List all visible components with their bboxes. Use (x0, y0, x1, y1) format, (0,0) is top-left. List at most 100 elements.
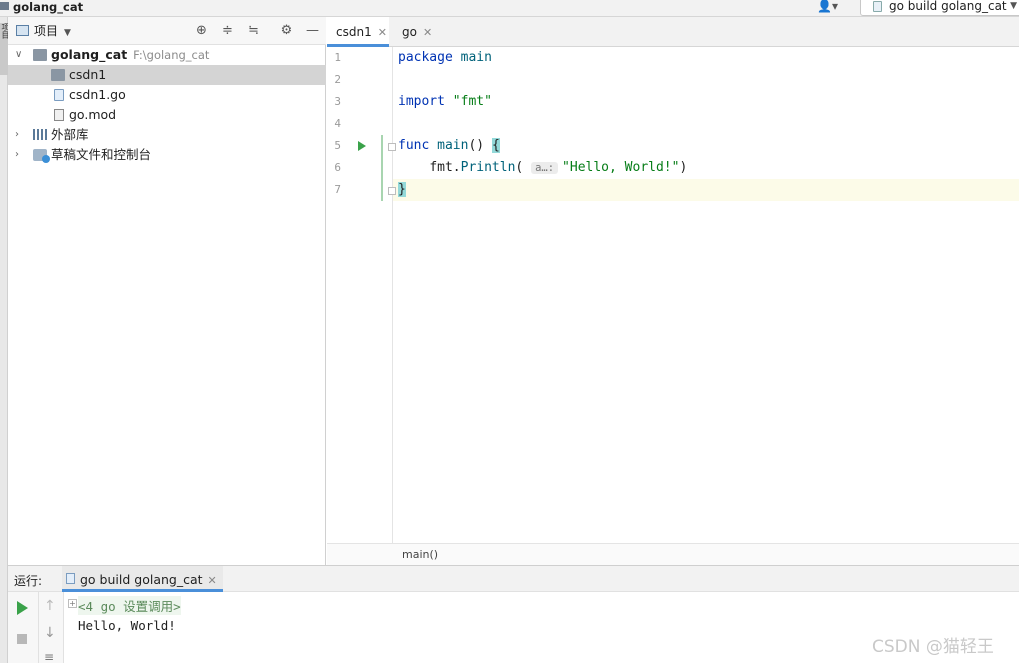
tree-item-go-mod[interactable]: go.mod (8, 105, 326, 125)
run-config-selector[interactable]: go build golang_cat ▼ (860, 0, 1019, 16)
code-line-6: fmt.Println( a…: "Hello, World!") (398, 157, 687, 179)
brace: { (491, 138, 500, 153)
tree-item-label: 草稿文件和控制台 (51, 147, 152, 162)
tree-item-scratches[interactable]: › 草稿文件和控制台 (8, 145, 326, 165)
line-number: 5 (334, 139, 341, 152)
folder-icon (0, 2, 9, 10)
tree-item-path: F:\golang_cat (133, 48, 210, 62)
run-config-label: go build golang_cat (889, 0, 1007, 13)
project-view-selector[interactable]: 项目 ▼ (16, 24, 71, 40)
run-tab[interactable]: go build golang_cat ✕ (62, 566, 223, 592)
gear-icon[interactable]: ⚙ (279, 23, 294, 38)
fold-icon[interactable] (388, 143, 396, 151)
change-marker (381, 135, 383, 201)
go-file-icon (66, 573, 75, 584)
line-number: 7 (334, 183, 341, 196)
code-line-7: } (398, 179, 406, 201)
arrow-up-icon[interactable]: ↑ (44, 598, 56, 614)
tree-item-label: go.mod (69, 107, 117, 122)
punctuation: ) (679, 160, 688, 175)
string-literal: "fmt" (452, 94, 492, 109)
go-file-icon (873, 1, 882, 12)
library-icon (33, 129, 47, 140)
soft-wrap-icon[interactable]: ≡ (44, 650, 54, 663)
punctuation: ( (515, 160, 524, 175)
folder-icon (33, 49, 47, 61)
tree-item-label: 外部库 (51, 127, 89, 142)
hide-icon[interactable]: — (305, 23, 320, 38)
tab-go[interactable]: go ✕ (393, 17, 439, 47)
chevron-right-icon[interactable]: › (15, 125, 25, 145)
toolbar-divider (38, 592, 39, 663)
tree-item-csdn1[interactable]: csdn1 (8, 65, 326, 85)
project-name: golang_cat (13, 0, 84, 14)
tab-csdn1[interactable]: csdn1 ✕ (327, 17, 389, 47)
project-panel: 项目 ▼ ⊕ ≑ ≒ ⚙ — ∨ golang_cat F:\golang_cat … (8, 17, 326, 565)
tab-label: csdn1 (336, 25, 372, 39)
line-number: 4 (334, 117, 341, 130)
tree-item-csdn1-go[interactable]: csdn1.go (8, 85, 326, 105)
editor-tab-bar: csdn1 ✕ go ✕ (327, 17, 1019, 47)
run-gutter-icon[interactable] (358, 141, 366, 151)
chevron-down-icon[interactable]: ∨ (15, 45, 25, 65)
parameter-hint: a…: (531, 162, 559, 174)
project-breadcrumb[interactable]: golang_cat (0, 0, 83, 14)
close-icon[interactable]: ✕ (423, 26, 432, 39)
string-literal: "Hello, World!" (562, 160, 680, 175)
project-view-label: 项目 (34, 24, 59, 38)
code-line-5: func main() { (398, 135, 500, 157)
run-toolbar: ↑ ↓ ≡ (8, 592, 64, 663)
keyword: func (398, 138, 430, 153)
arrow-down-icon[interactable]: ↓ (44, 625, 56, 641)
folder-icon (51, 69, 65, 81)
mod-file-icon (54, 109, 64, 121)
line-number: 2 (334, 73, 341, 86)
code-line-3: import "fmt" (398, 91, 492, 113)
run-tab-label: go build golang_cat (80, 572, 203, 587)
run-panel-label: 运行: (14, 574, 43, 588)
output-line: Hello, World! (78, 618, 176, 633)
keyword: import (398, 94, 445, 109)
fold-icon[interactable] (388, 187, 396, 195)
tree-item-label: csdn1 (69, 67, 107, 82)
editor-gutter: 1 2 3 4 5 6 7 (327, 47, 396, 543)
close-icon[interactable]: ✕ (208, 574, 217, 587)
line-number: 3 (334, 95, 341, 108)
package-ref: fmt. (429, 160, 461, 175)
line-number: 6 (334, 161, 341, 174)
code-editor[interactable]: 1 2 3 4 5 6 7 package main import "fmt" … (327, 47, 1019, 543)
collapse-all-icon[interactable]: ≒ (246, 23, 261, 38)
current-line-highlight (327, 179, 1019, 201)
breadcrumb-item[interactable]: main() (402, 548, 438, 561)
rerun-icon[interactable] (17, 601, 28, 615)
line-number: 1 (334, 51, 341, 64)
punctuation: () (468, 138, 492, 153)
code-line-1: package main (398, 47, 492, 69)
run-panel-header: 运行: go build golang_cat ✕ (8, 565, 1019, 592)
project-toolbar: 项目 ▼ ⊕ ≑ ≒ ⚙ — (8, 17, 326, 45)
tab-label: go (402, 25, 417, 39)
brace: } (398, 182, 406, 197)
project-tree: ∨ golang_cat F:\golang_cat csdn1 csdn1.go… (8, 45, 326, 165)
scratches-icon (33, 149, 50, 163)
keyword: package (398, 50, 453, 65)
function-name: main (437, 138, 469, 153)
watermark: CSDN @猫轻王 (872, 637, 994, 657)
chevron-right-icon[interactable]: › (15, 145, 25, 165)
fold-icon[interactable]: + (68, 599, 77, 608)
function-call: Println (460, 160, 516, 175)
output-command-line: <4 go 设置调用> (78, 596, 181, 615)
chevron-down-icon: ▼ (1010, 1, 1017, 11)
stop-icon[interactable] (17, 634, 27, 644)
tree-item-label: csdn1.go (69, 87, 126, 102)
identifier: main (460, 50, 492, 65)
tree-item-golang-cat[interactable]: ∨ golang_cat F:\golang_cat (8, 45, 326, 65)
user-icon[interactable]: 👤▾ (817, 0, 838, 13)
tree-item-external-libraries[interactable]: › 外部库 (8, 125, 326, 145)
chevron-down-icon: ▼ (64, 28, 71, 38)
project-view-icon (16, 25, 29, 36)
expand-all-icon[interactable]: ≑ (220, 23, 235, 38)
locate-icon[interactable]: ⊕ (194, 23, 209, 38)
editor-breadcrumb[interactable]: main() (327, 543, 1019, 565)
close-icon[interactable]: ✕ (378, 26, 387, 39)
